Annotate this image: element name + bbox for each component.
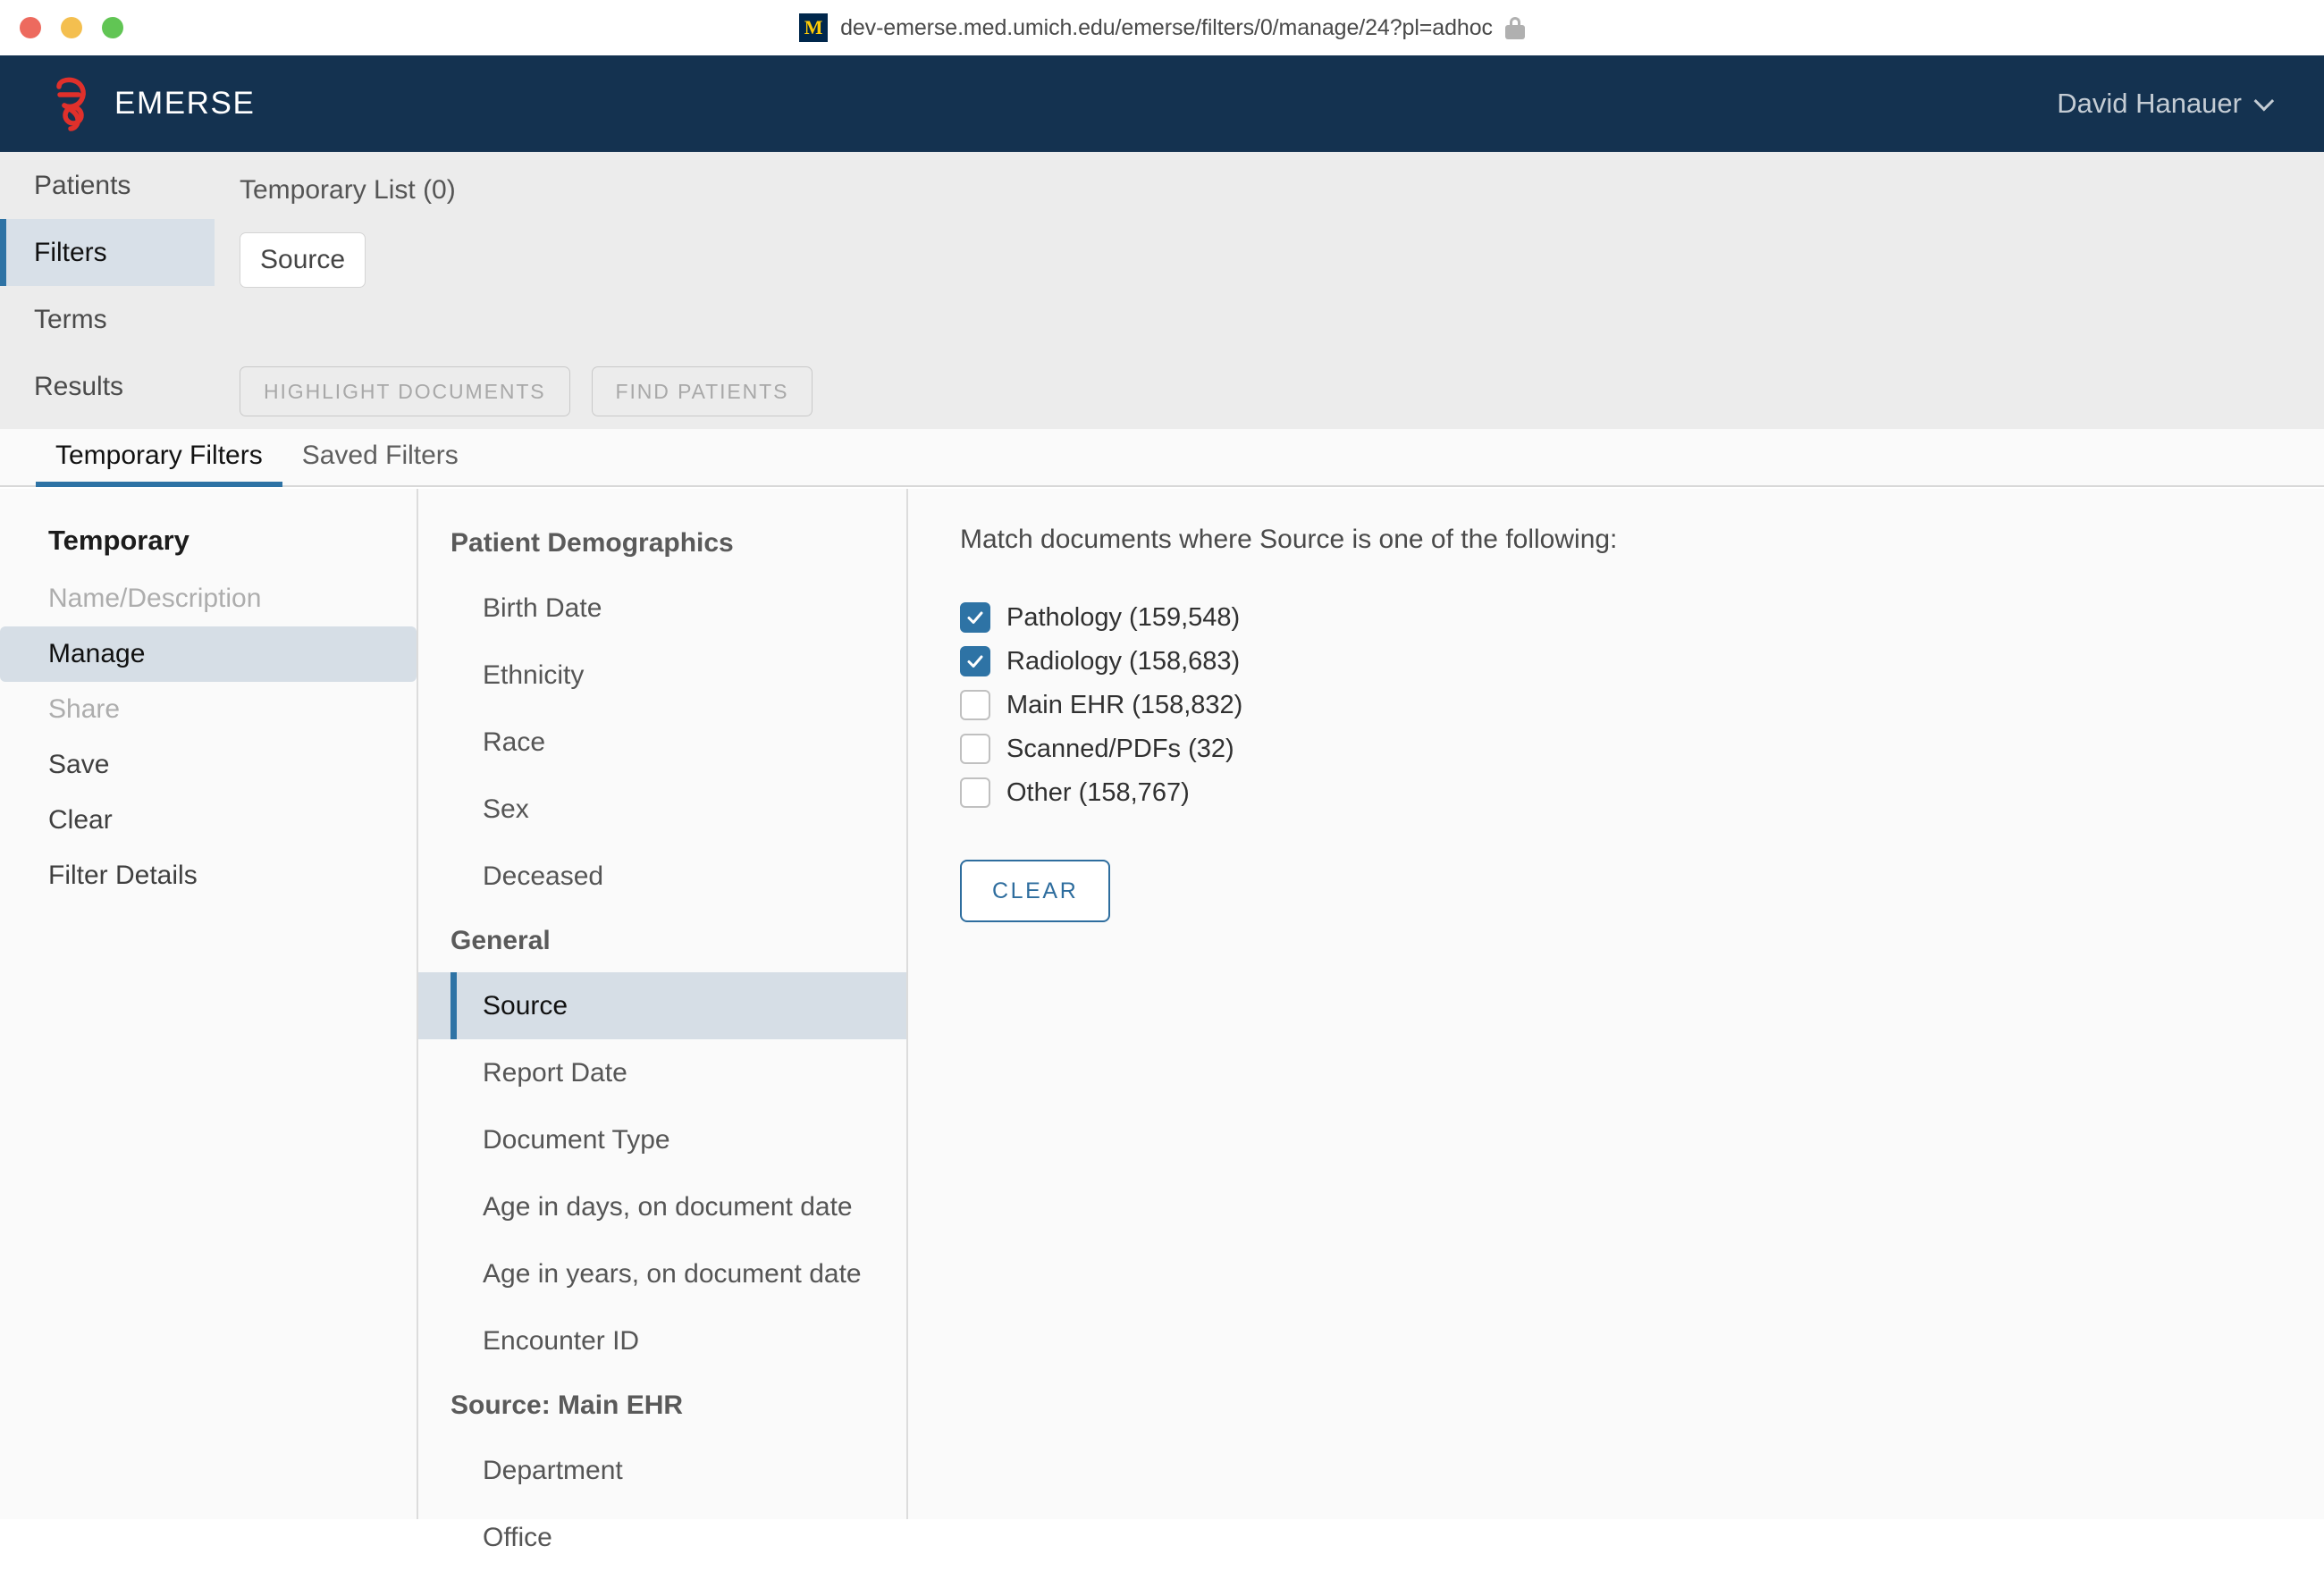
field-item-encounter-id[interactable]: Encounter ID — [418, 1307, 906, 1374]
option-label: Other (158,767) — [1006, 777, 1190, 807]
option-row-pathology[interactable]: Pathology (159,548) — [960, 596, 2324, 639]
group-heading-patient-demographics: Patient Demographics — [450, 528, 734, 558]
nav-item-terms[interactable]: Terms — [0, 286, 215, 353]
brand[interactable]: EMERSE — [52, 76, 255, 131]
field-item-label: Report Date — [483, 1057, 627, 1088]
option-label: Scanned/PDFs (32) — [1006, 734, 1234, 763]
nav-item-label: Filters — [34, 237, 107, 267]
sidebar-item-label: Clear — [48, 805, 113, 835]
field-item-report-date[interactable]: Report Date — [418, 1039, 906, 1106]
sidebar-item-clear[interactable]: Clear — [0, 793, 417, 848]
option-label: Pathology (159,548) — [1006, 602, 1241, 632]
checkbox-other[interactable] — [960, 777, 990, 808]
brand-name: EMERSE — [114, 86, 256, 121]
source-option-list: Pathology (159,548) Radiology (158,683) … — [960, 596, 2324, 814]
temporary-list-label: Temporary List (0) — [240, 175, 456, 205]
clear-button[interactable]: CLEAR — [960, 860, 1111, 922]
option-label: Main EHR (158,832) — [1006, 690, 1243, 719]
field-item-label: Source — [483, 990, 568, 1021]
option-row-radiology[interactable]: Radiology (158,683) — [960, 640, 2324, 683]
filter-sidebar: Temporary Name/Description Manage Share … — [0, 489, 417, 1519]
sidebar-item-name-description: Name/Description — [0, 571, 417, 626]
toolbar-main: Temporary List (0) Source — [240, 152, 456, 288]
field-item-label: Office — [483, 1522, 552, 1552]
nav-item-patients[interactable]: Patients — [0, 152, 215, 219]
sidebar-item-label: Save — [48, 750, 110, 779]
field-item-document-type[interactable]: Document Type — [418, 1106, 906, 1173]
app-header: EMERSE David Hanauer — [0, 55, 2324, 152]
field-item-age-in-days[interactable]: Age in days, on document date — [418, 1173, 906, 1240]
page-scrollbar[interactable] — [2315, 489, 2324, 1519]
highlight-documents-button[interactable]: HIGHLIGHT DOCUMENTS — [240, 366, 570, 416]
sidebar-item-filter-details[interactable]: Filter Details — [0, 848, 417, 903]
option-row-other[interactable]: Other (158,767) — [960, 771, 2324, 814]
checkbox-main-ehr[interactable] — [960, 690, 990, 720]
sidebar-item-label: Name/Description — [48, 584, 262, 613]
tab-label: Temporary Filters — [55, 441, 263, 470]
nav-item-label: Patients — [34, 170, 131, 200]
site-favicon-icon: M — [799, 13, 829, 42]
sidebar-item-label: Filter Details — [48, 861, 198, 890]
option-row-main-ehr[interactable]: Main EHR (158,832) — [960, 684, 2324, 727]
option-row-scanned-pdfs[interactable]: Scanned/PDFs (32) — [960, 727, 2324, 770]
field-item-deceased[interactable]: Deceased — [418, 843, 906, 910]
checkbox-pathology[interactable] — [960, 602, 990, 633]
field-item-label: Sex — [483, 794, 529, 824]
field-item-source[interactable]: Source — [418, 972, 906, 1039]
field-item-age-in-years[interactable]: Age in years, on document date — [418, 1240, 906, 1307]
match-prompt: Match documents where Source is one of t… — [960, 525, 1618, 554]
checkbox-scanned-pdfs[interactable] — [960, 734, 990, 764]
group-heading-general: General — [450, 926, 551, 955]
address-bar[interactable]: M dev-emerse.med.umich.edu/emerse/filter… — [0, 0, 2324, 55]
field-item-label: Deceased — [483, 861, 604, 891]
nav-item-results[interactable]: Results — [0, 353, 215, 420]
field-item-label: Age in years, on document date — [483, 1258, 862, 1289]
field-item-birth-date[interactable]: Birth Date — [418, 575, 906, 642]
filter-tabs: Temporary Filters Saved Filters — [0, 429, 2324, 487]
tab-saved-filters[interactable]: Saved Filters — [282, 441, 478, 485]
option-label: Radiology (158,683) — [1006, 646, 1241, 676]
field-item-department[interactable]: Department — [418, 1437, 906, 1504]
filter-chip-source[interactable]: Source — [240, 232, 366, 288]
field-item-label: Ethnicity — [483, 659, 585, 690]
field-item-label: Department — [483, 1455, 623, 1485]
nav-item-label: Results — [34, 371, 124, 401]
nav-item-label: Terms — [34, 304, 107, 334]
field-item-race[interactable]: Race — [418, 709, 906, 776]
checkbox-radiology[interactable] — [960, 646, 990, 676]
user-name: David Hanauer — [2057, 88, 2242, 119]
chevron-down-icon — [2253, 90, 2275, 112]
sidebar-item-share: Share — [0, 682, 417, 737]
tab-temporary-filters[interactable]: Temporary Filters — [36, 441, 282, 487]
field-item-label: Document Type — [483, 1124, 670, 1155]
field-item-office[interactable]: Office — [418, 1504, 906, 1571]
nav-item-filters[interactable]: Filters — [0, 219, 215, 286]
browser-chrome: M dev-emerse.med.umich.edu/emerse/filter… — [0, 0, 2324, 55]
toolbar: Patients Filters Terms Results Temporary… — [0, 152, 2324, 429]
user-menu-button[interactable]: David Hanauer — [2057, 88, 2275, 120]
lock-icon — [1504, 16, 1525, 39]
sidebar-item-save[interactable]: Save — [0, 737, 417, 793]
emerse-logo-icon — [56, 77, 86, 131]
field-item-sex[interactable]: Sex — [418, 776, 906, 843]
field-item-label: Race — [483, 727, 546, 757]
toolbar-actions: HIGHLIGHT DOCUMENTS FIND PATIENTS — [240, 366, 813, 416]
sidebar-item-label: Manage — [48, 639, 146, 668]
tab-label: Saved Filters — [301, 441, 459, 470]
primary-nav: Patients Filters Terms Results — [0, 152, 215, 429]
field-item-label: Age in days, on document date — [483, 1191, 853, 1222]
find-patients-button[interactable]: FIND PATIENTS — [591, 366, 813, 416]
body-area: Temporary Name/Description Manage Share … — [0, 489, 2324, 1552]
sidebar-title: Temporary — [48, 525, 189, 556]
field-item-label: Encounter ID — [483, 1325, 640, 1356]
sidebar-item-label: Share — [48, 694, 121, 724]
filter-detail-panel: Match documents where Source is one of t… — [908, 489, 2324, 1519]
url-text[interactable]: dev-emerse.med.umich.edu/emerse/filters/… — [840, 15, 1493, 41]
group-heading-source-main-ehr: Source: Main EHR — [450, 1390, 684, 1420]
field-list: Patient Demographics Birth Date Ethnicit… — [418, 489, 906, 1552]
field-item-ethnicity[interactable]: Ethnicity — [418, 642, 906, 709]
sidebar-item-manage[interactable]: Manage — [0, 626, 417, 682]
field-item-label: Birth Date — [483, 592, 602, 623]
